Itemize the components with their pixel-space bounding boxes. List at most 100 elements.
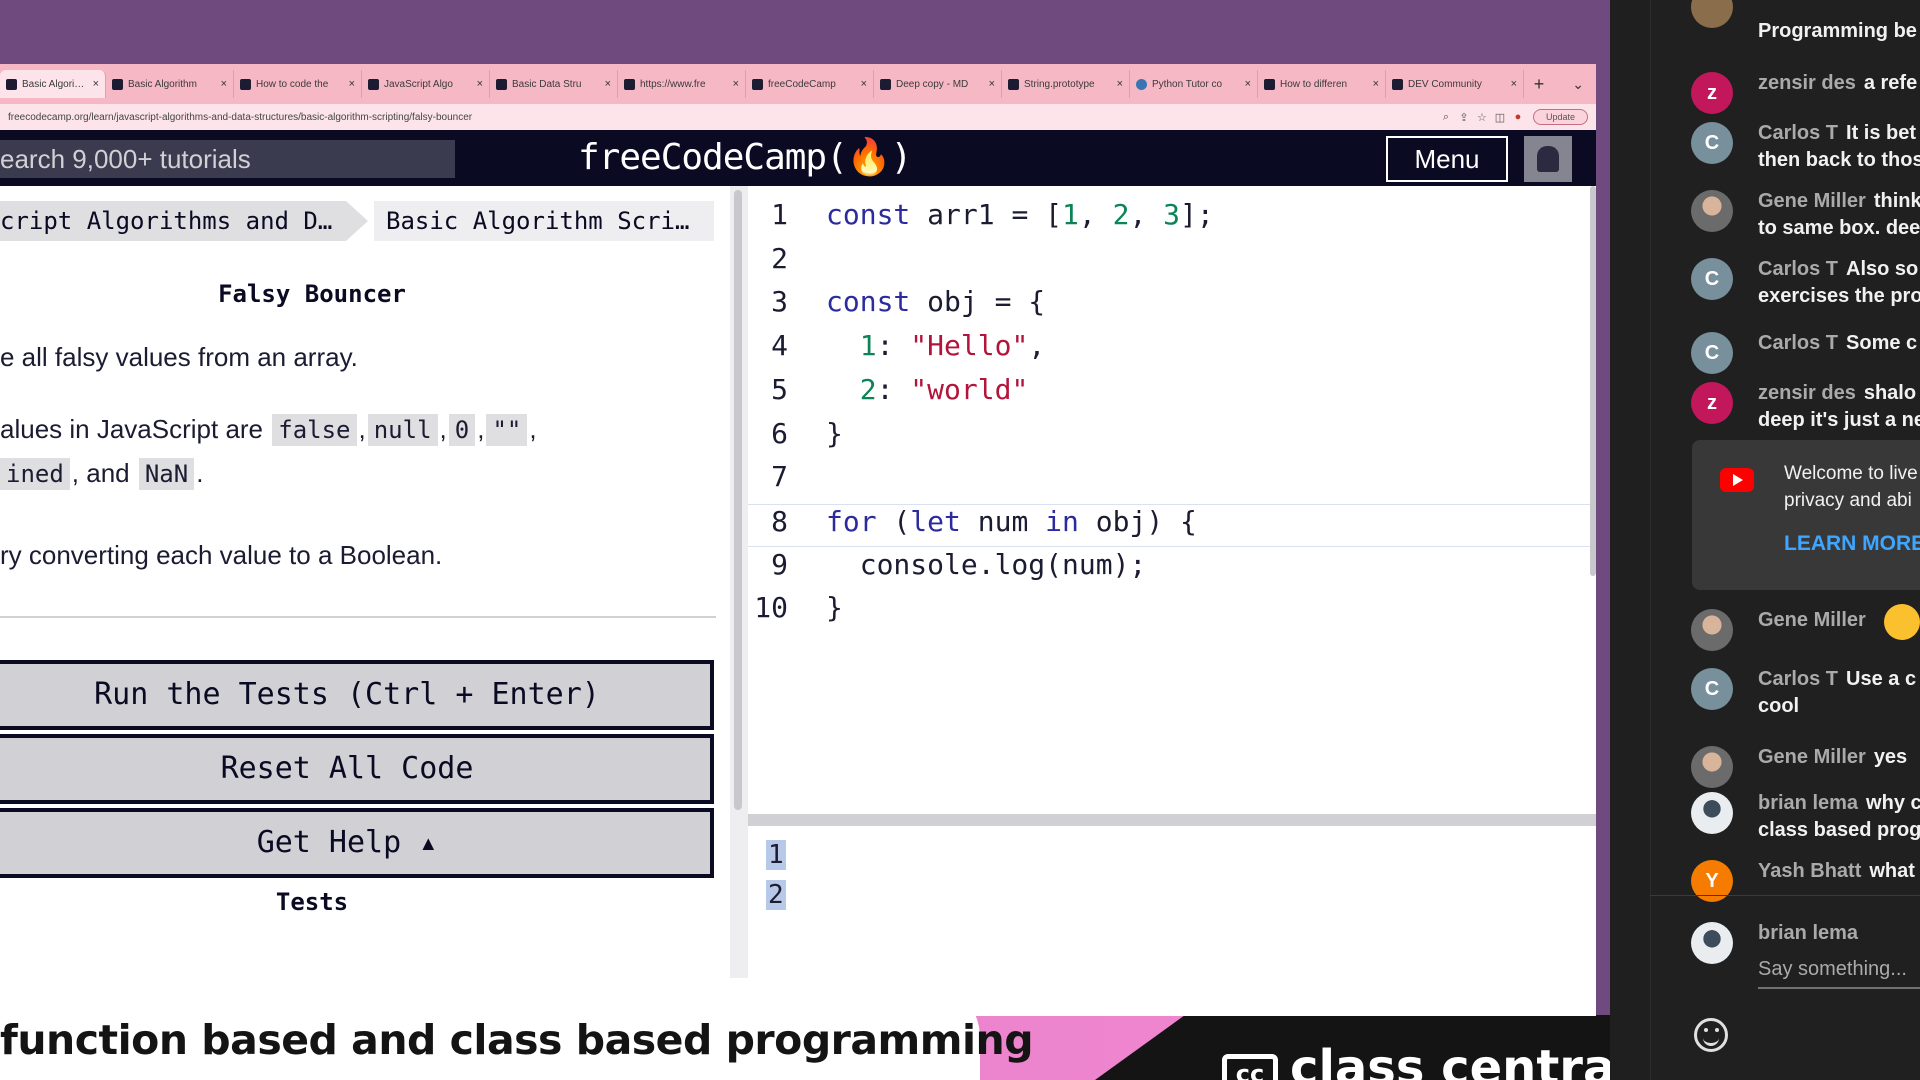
chat-avatar[interactable] <box>1691 190 1733 232</box>
chat-author[interactable]: Gene Miller <box>1758 746 1866 768</box>
chat-message-line: then back to thos <box>1758 147 1920 174</box>
chat-author[interactable]: Gene Miller <box>1758 190 1866 212</box>
chat-avatar[interactable]: C <box>1691 332 1733 374</box>
bookmark-star-icon[interactable]: ☆ <box>1473 111 1491 124</box>
chat-input[interactable] <box>1758 958 1920 989</box>
tab-close-icon[interactable]: × <box>605 78 611 90</box>
chat-message: Gene Miller think to same box. dee <box>1758 188 1920 242</box>
chat-author[interactable]: zensir des <box>1758 382 1856 404</box>
line-code[interactable]: } <box>826 417 843 450</box>
tab-close-icon[interactable]: × <box>989 78 995 90</box>
browser-tab[interactable]: JavaScript Algo × <box>362 70 490 98</box>
code-line[interactable]: 7 <box>748 460 1596 503</box>
browser-tab[interactable]: https://www.fre × <box>618 70 746 98</box>
emoji-picker-icon[interactable] <box>1694 1018 1728 1052</box>
tab-close-icon[interactable]: × <box>733 78 739 90</box>
chat-author[interactable]: zensir des <box>1758 72 1856 94</box>
browser-tab[interactable]: Basic Algorithm × <box>0 70 106 98</box>
chat-avatar[interactable]: z <box>1691 72 1733 114</box>
browser-tab[interactable]: String.prototype × <box>1002 70 1130 98</box>
browser-tab[interactable]: freeCodeCamp × <box>746 70 874 98</box>
tab-close-icon[interactable]: × <box>1373 78 1379 90</box>
learn-more-link[interactable]: LEARN MORE <box>1784 532 1920 556</box>
address-bar[interactable]: freecodecamp.org/learn/javascript-algori… <box>0 104 1596 130</box>
instructions-scrollbar[interactable] <box>734 190 742 810</box>
code-line[interactable]: 9 console.log(num); <box>748 548 1596 591</box>
chat-author[interactable]: Carlos T <box>1758 258 1838 280</box>
chat-avatar[interactable]: C <box>1691 668 1733 710</box>
code-editor[interactable]: 1 const arr1 = [1, 2, 3]; 2 3 const obj = {4… <box>748 186 1596 816</box>
code-line[interactable]: 10} <box>748 591 1596 634</box>
code-line[interactable]: 2 <box>748 242 1596 285</box>
zoom-icon[interactable]: ⌕ <box>1437 111 1455 124</box>
chat-author[interactable]: Gene Miller <box>1758 609 1866 631</box>
line-code[interactable]: 2: "world" <box>826 373 1029 406</box>
search-input[interactable]: earch 9,000+ tutorials <box>0 140 455 178</box>
url-text[interactable]: freecodecamp.org/learn/javascript-algori… <box>8 112 1437 123</box>
tab-close-icon[interactable]: × <box>477 78 483 90</box>
chat-author[interactable]: Carlos T <box>1758 332 1838 354</box>
chat-message-line: Carlos T Use a c <box>1758 666 1920 693</box>
line-code[interactable]: } <box>826 591 843 624</box>
get-help-button[interactable]: Get Help ▴ <box>0 808 714 878</box>
tab-close-icon[interactable]: × <box>349 78 355 90</box>
line-code[interactable]: for (let num in obj) { <box>826 505 1197 538</box>
user-avatar-button[interactable] <box>1524 136 1572 182</box>
freecodecamp-logo[interactable]: freeCodeCamp(🔥) <box>578 136 912 178</box>
browser-tab[interactable]: Basic Algorithm × <box>106 70 234 98</box>
browser-tab[interactable]: Deep copy - MD × <box>874 70 1002 98</box>
tab-title: Python Tutor co <box>1152 78 1223 90</box>
chat-avatar[interactable]: C <box>1691 258 1733 300</box>
tab-close-icon[interactable]: × <box>861 78 867 90</box>
browser-tab[interactable]: How to differen × <box>1258 70 1386 98</box>
line-code[interactable]: 1: "Hello", <box>826 329 1045 362</box>
line-code[interactable]: const obj = { <box>826 285 1045 318</box>
browser-tab[interactable]: Python Tutor co × <box>1130 70 1258 98</box>
chat-avatar[interactable] <box>1691 746 1733 788</box>
reset-code-button[interactable]: Reset All Code <box>0 734 714 804</box>
chat-avatar[interactable] <box>1691 792 1733 834</box>
user-avatar-icon <box>1537 146 1559 172</box>
chat-author[interactable]: Yash Bhatt <box>1758 860 1861 882</box>
fcc-icon <box>624 78 635 90</box>
code-line[interactable]: 5 2: "world" <box>748 373 1596 416</box>
chat-avatar[interactable] <box>1691 609 1733 651</box>
browser-tab[interactable]: Basic Data Stru × <box>490 70 618 98</box>
editor-console-divider[interactable] <box>748 814 1596 826</box>
chat-text: Programming be <box>1758 20 1917 42</box>
code-line[interactable]: 4 1: "Hello", <box>748 329 1596 372</box>
chat-author[interactable]: Carlos T <box>1758 668 1838 690</box>
line-code[interactable]: console.log(num); <box>826 548 1147 581</box>
python-icon <box>1136 78 1147 90</box>
sidebar-icon[interactable]: ◫ <box>1491 111 1509 124</box>
tab-close-icon[interactable]: × <box>1245 78 1251 90</box>
chat-avatar[interactable]: C <box>1691 122 1733 164</box>
tab-close-icon[interactable]: × <box>1117 78 1123 90</box>
tab-close-icon[interactable]: × <box>1511 78 1517 90</box>
profile-icon[interactable]: ● <box>1509 111 1527 123</box>
breadcrumb-superblock[interactable]: cript Algorithms and D… <box>0 201 368 241</box>
code-line[interactable]: 6} <box>748 417 1596 460</box>
chat-author[interactable]: Carlos T <box>1758 122 1838 144</box>
share-icon[interactable]: ⇪ <box>1455 111 1473 124</box>
new-tab-button[interactable]: + <box>1524 74 1554 95</box>
browser-update-button[interactable]: Update <box>1532 109 1588 125</box>
editor-scrollbar[interactable] <box>1590 186 1596 576</box>
fcc-icon <box>112 78 123 90</box>
menu-button[interactable]: Menu <box>1386 136 1508 182</box>
browser-tab[interactable]: How to code the × <box>234 70 362 98</box>
chat-author[interactable]: brian lema <box>1758 792 1858 814</box>
browser-tab[interactable]: DEV Community × <box>1386 70 1524 98</box>
chat-message-line: Gene Miller yes <box>1758 744 1920 771</box>
breadcrumb-block[interactable]: Basic Algorithm Scri… <box>374 201 714 241</box>
chat-avatar[interactable]: z <box>1691 382 1733 424</box>
line-code[interactable]: const arr1 = [1, 2, 3]; <box>826 198 1214 231</box>
tab-close-icon[interactable]: × <box>93 78 99 90</box>
tab-search-chevron-icon[interactable]: ⌄ <box>1572 76 1584 93</box>
tab-close-icon[interactable]: × <box>221 78 227 90</box>
run-tests-button[interactable]: Run the Tests (Ctrl + Enter) <box>0 660 714 730</box>
code-line[interactable]: 3 const obj = { <box>748 285 1596 328</box>
code-line[interactable]: 1 const arr1 = [1, 2, 3]; <box>748 198 1596 241</box>
code-line[interactable]: 8 for (let num in obj) { <box>748 503 1596 547</box>
welcome-line: privacy and abi <box>1784 490 1912 511</box>
